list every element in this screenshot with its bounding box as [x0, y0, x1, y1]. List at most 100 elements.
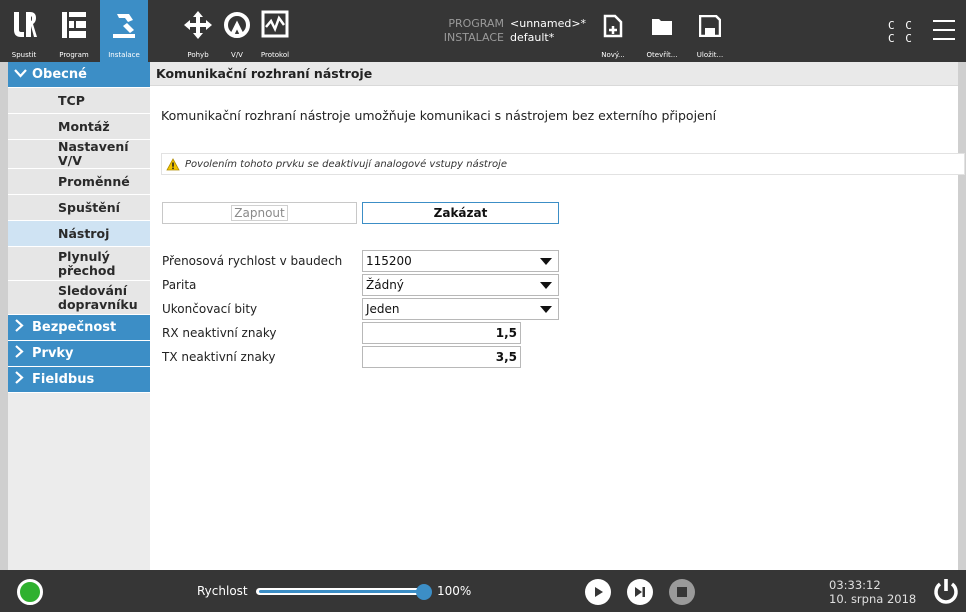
step-button[interactable]: [627, 579, 653, 605]
rx-idle-chars-label: RX neaktivní znaky: [162, 326, 277, 340]
program-info: PROGRAM <unnamed>* INSTALACE default*: [437, 17, 586, 45]
program-icon: [62, 12, 86, 38]
sidebar-item-label: Montáž: [58, 118, 110, 134]
speed-slider[interactable]: [256, 584, 432, 600]
step-icon: [635, 587, 645, 597]
tool-move[interactable]: Pohyb: [178, 0, 218, 62]
power-icon: [934, 579, 958, 604]
sidebar-item-conveyor-tracking[interactable]: Sledování dopravníku: [8, 281, 150, 315]
tab-installation-label: Instalace: [108, 51, 140, 59]
dropdown-arrow-icon: [540, 258, 552, 265]
tool-log[interactable]: Protokol: [256, 0, 294, 62]
tool-move-label: Pohyb: [187, 51, 209, 59]
sidebar-item-mounting[interactable]: Montáž: [8, 114, 150, 140]
installation-key: INSTALACE: [443, 31, 504, 44]
clock-date: 10. srpna 2018: [829, 592, 917, 606]
log-icon: [261, 10, 289, 38]
main-panel: Komunikační rozhraní nástroje Komunikačn…: [150, 62, 966, 570]
sidebar-item-io-setup[interactable]: Nastavení V/V: [8, 140, 150, 169]
save-icon: [699, 15, 721, 37]
disable-button[interactable]: Zakázat: [362, 202, 559, 224]
sidebar-item-smooth-transition[interactable]: Plynulý přechod: [8, 247, 150, 281]
ur-logo-icon: [14, 12, 37, 37]
baud-rate-dropdown[interactable]: 115200: [362, 250, 559, 272]
open-folder-icon: [652, 19, 672, 35]
program-name: <unnamed>*: [510, 17, 587, 30]
sidebar-item-label: Plynulý přechod: [58, 248, 116, 278]
enable-button-label: Zapnout: [231, 205, 288, 221]
play-button[interactable]: [585, 579, 611, 605]
program-key: PROGRAM: [448, 17, 504, 30]
sidebar-item-tcp[interactable]: TCP: [8, 88, 150, 114]
chevron-right-icon: [14, 345, 28, 362]
warning-banner: Povolením tohoto prvku se deaktivují ana…: [161, 153, 965, 175]
tool-io-label: V/V: [231, 51, 243, 59]
sidebar-item-label: Proměnné: [58, 173, 130, 189]
bottom-bar: Rychlost 100% 03:33:12 10. srpna 2018: [0, 570, 966, 612]
sidebar: Obecné TCP Montáž Nastavení V/V Proměnné…: [0, 62, 150, 570]
speed-slider-handle[interactable]: [416, 584, 432, 600]
baud-rate-value: 115200: [366, 254, 412, 268]
tx-idle-chars-label: TX neaktivní znaky: [162, 350, 276, 364]
sidebar-category-fieldbus[interactable]: Fieldbus: [8, 367, 150, 393]
new-file-icon: [603, 14, 623, 38]
clock-time: 03:33:12: [829, 578, 881, 592]
warning-icon: [166, 157, 180, 170]
new-button[interactable]: Nový...: [595, 0, 631, 62]
sidebar-item-tool[interactable]: Nástroj: [8, 221, 150, 247]
tx-idle-chars-input[interactable]: 3,5: [362, 346, 521, 368]
tab-program[interactable]: Program: [48, 0, 100, 62]
disable-button-label: Zakázat: [433, 206, 488, 220]
io-icon: [224, 12, 250, 38]
sidebar-item-label: TCP: [58, 92, 85, 108]
chevron-right-icon: [14, 319, 28, 336]
top-bar: Spustit Program Instalace Pohyb V/V Prot…: [0, 0, 966, 62]
stop-bits-dropdown[interactable]: Jeden: [362, 298, 559, 320]
sidebar-item-startup[interactable]: Spuštění: [8, 195, 150, 221]
sidebar-category-features-label: Prvky: [32, 346, 74, 361]
new-button-label: Nový...: [601, 51, 625, 59]
parity-label: Parita: [162, 278, 197, 292]
stop-bits-label: Ukončovací bity: [162, 302, 258, 316]
tool-io[interactable]: V/V: [218, 0, 256, 62]
stop-icon: [677, 587, 687, 597]
speed-percent: 100%: [437, 584, 472, 598]
sidebar-category-general-label: Obecné: [32, 67, 87, 82]
tab-program-label: Program: [59, 51, 89, 59]
clock: 03:33:12 10. srpna 2018: [829, 578, 916, 606]
sidebar-category-safety-label: Bezpečnost: [32, 320, 117, 335]
parity-value: Žádný: [366, 278, 404, 292]
sidebar-category-safety[interactable]: Bezpečnost: [8, 315, 150, 341]
chevron-right-icon: [14, 371, 28, 388]
cc-line-2: C C: [888, 32, 914, 45]
tab-run[interactable]: Spustit: [0, 0, 48, 62]
hamburger-menu-icon[interactable]: [933, 20, 955, 40]
save-button[interactable]: Uložit...: [690, 0, 730, 62]
cc-line-1: C C: [888, 19, 914, 32]
speed-label: Rychlost: [197, 584, 248, 598]
installation-icon: [113, 14, 135, 38]
stop-bits-value: Jeden: [366, 302, 400, 316]
sidebar-item-label: Nástroj: [58, 225, 110, 241]
dropdown-arrow-icon: [540, 282, 552, 289]
sidebar-category-fieldbus-label: Fieldbus: [32, 372, 95, 387]
move-icon: [184, 11, 212, 39]
power-button[interactable]: [933, 578, 959, 608]
page-title: Komunikační rozhraní nástroje: [150, 62, 958, 86]
play-icon: [595, 587, 603, 597]
sidebar-item-label: Spuštění: [58, 199, 120, 215]
open-button[interactable]: Otevřít...: [642, 0, 682, 62]
rx-idle-chars-input[interactable]: 1,5: [362, 322, 521, 344]
enable-button[interactable]: Zapnout: [162, 202, 357, 224]
tab-installation[interactable]: Instalace: [100, 0, 148, 62]
parity-dropdown[interactable]: Žádný: [362, 274, 559, 296]
sidebar-category-features[interactable]: Prvky: [8, 341, 150, 367]
sidebar-category-general[interactable]: Obecné: [8, 62, 150, 88]
robot-status-indicator[interactable]: [17, 579, 43, 605]
chevron-down-icon: [14, 67, 28, 82]
sidebar-item-label: Nastavení V/V: [58, 139, 129, 168]
tool-log-label: Protokol: [260, 51, 290, 59]
stop-button[interactable]: [669, 579, 695, 605]
sidebar-item-variables[interactable]: Proměnné: [8, 169, 150, 195]
open-button-label: Otevřít...: [646, 51, 678, 59]
